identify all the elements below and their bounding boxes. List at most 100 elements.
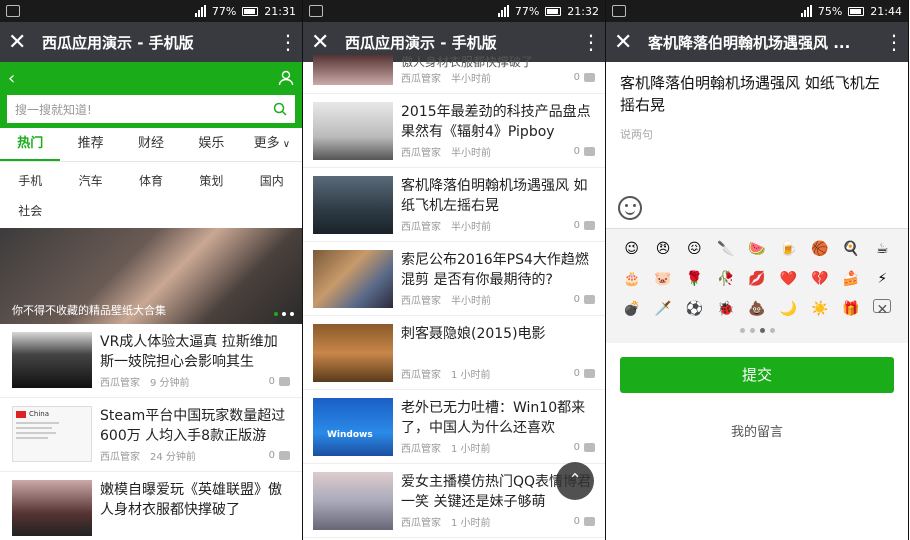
emoji-pager — [616, 320, 898, 339]
news-title: 2015年最差劲的科技产品盘点 果然有《辐射4》Pipboy — [401, 104, 591, 140]
thumbnail-assassin — [313, 324, 393, 382]
news-source: 西瓜管家 — [401, 222, 441, 233]
emoji-key[interactable]: 🔪 — [710, 239, 741, 259]
battery-icon — [848, 6, 865, 16]
emoji-key[interactable]: 😠 — [647, 239, 678, 259]
cat-phone[interactable]: 手机 — [0, 166, 60, 196]
clock: 21:44 — [870, 4, 902, 18]
list-item[interactable]: China Steam平台中国玩家数量超过600万 人均入手8款正版游 西瓜管家… — [0, 398, 302, 472]
tab-recommend[interactable]: 推荐 — [60, 128, 120, 161]
title-bar: ✕ 西瓜应用演示 - 手机版 ⋮ — [0, 22, 302, 62]
list-item[interactable]: 傲人身材衣服都快撑破了 西瓜管家 半小时前 0 — [303, 55, 605, 94]
comment-icon — [584, 369, 595, 378]
emoji-key[interactable]: 🎁 — [835, 299, 866, 320]
emoji-key[interactable]: 🌙 — [773, 299, 804, 320]
emoji-key[interactable]: 😉 — [616, 239, 647, 259]
more-menu-icon[interactable]: ⋮ — [884, 30, 904, 54]
list-item[interactable]: VR成人体验太逼真 拉斯维加斯一妓院担心会影响其生 西瓜管家 9 分钟前 0 — [0, 324, 302, 398]
emoji-key[interactable]: 🍰 — [835, 269, 866, 289]
chevron-down-icon: ∨ — [279, 139, 291, 150]
list-item[interactable]: 嫩模自曝爱玩《英雄联盟》傲人身材衣服都快撑破了 — [0, 472, 302, 540]
comment-icon — [279, 377, 290, 386]
battery-percent: 75% — [817, 4, 843, 18]
news-title: Steam平台中国玩家数量超过600万 人均入手8款正版游 — [100, 408, 286, 444]
emoji-key[interactable]: 💩 — [741, 299, 772, 320]
cat-car[interactable]: 汽车 — [60, 166, 120, 196]
emoji-key[interactable]: 🏀 — [804, 239, 835, 259]
cat-sports[interactable]: 体育 — [121, 166, 181, 196]
comment-count: 0 — [573, 516, 580, 527]
comment-icon — [584, 147, 595, 156]
tab-finance[interactable]: 财经 — [121, 128, 181, 161]
list-item[interactable]: 客机降落伯明翰机场遇强风 如纸飞机左摇右晃 西瓜管家 半小时前 0 — [303, 168, 605, 242]
news-title: 傲人身材衣服都快撑破了 — [401, 56, 534, 69]
list-item[interactable]: 2015年最差劲的科技产品盘点 果然有《辐射4》Pipboy 西瓜管家 半小时前 0 — [303, 94, 605, 168]
more-menu-icon[interactable]: ⋮ — [278, 30, 298, 54]
cat-planning[interactable]: 策划 — [181, 166, 241, 196]
emoji-key[interactable]: ⚡ — [867, 269, 898, 289]
tab-more[interactable]: 更多 ∨ — [242, 128, 302, 161]
emoji-panel: 😉 😠 😖 🔪 🍉 🍺 🏀 🍳 ☕ 🎂 🐷 🌹 🥀 💋 ❤️ 💔 🍰 ⚡ 💣 🗡️ ⚽ 🐞 💩 🌙 ☀️ 🎁 ✕ — [606, 228, 908, 343]
emoji-key[interactable]: 🥀 — [710, 269, 741, 289]
tab-hot[interactable]: 热门 — [0, 128, 61, 161]
close-icon[interactable]: ✕ — [614, 30, 648, 55]
windows-thumb-label: Windows — [327, 430, 373, 440]
news-time: 1 小时前 — [451, 444, 491, 455]
emoji-toggle-icon[interactable] — [618, 196, 642, 220]
news-source: 西瓜管家 — [100, 452, 140, 463]
thumbnail-ps4 — [313, 250, 393, 308]
image-notification-icon — [309, 5, 323, 17]
news-title: 索尼公布2016年PS4大作趋燃混剪 是否有你最期待的? — [401, 252, 589, 288]
screen-home: 77% 21:31 ✕ 西瓜应用演示 - 手机版 ⋮ ‹ 搜一搜就知道! 热门 … — [0, 0, 303, 540]
emoji-key[interactable]: 🗡️ — [647, 299, 678, 320]
emoji-key[interactable]: 🍺 — [773, 239, 804, 259]
submit-button[interactable]: 提交 — [620, 357, 894, 393]
thumbnail-plane — [313, 176, 393, 234]
emoji-key[interactable]: 🎂 — [616, 269, 647, 289]
image-notification-icon — [612, 5, 626, 17]
close-icon[interactable]: ✕ — [311, 30, 345, 55]
emoji-delete-key[interactable]: ✕ — [867, 299, 898, 320]
news-time: 半小时前 — [451, 296, 491, 307]
scroll-top-icon[interactable]: ⌃ — [556, 462, 594, 500]
banner-carousel[interactable]: 你不得不收藏的精品壁纸大合集 — [0, 228, 302, 324]
emoji-key[interactable]: 🍉 — [741, 239, 772, 259]
emoji-key[interactable]: 💣 — [616, 299, 647, 320]
cat-society[interactable]: 社会 — [0, 196, 60, 226]
emoji-key[interactable]: 🍳 — [835, 239, 866, 259]
emoji-key[interactable]: ☕ — [867, 239, 898, 259]
list-item[interactable]: 索尼公布2016年PS4大作趋燃混剪 是否有你最期待的? 西瓜管家 半小时前 0 — [303, 242, 605, 316]
more-menu-icon[interactable]: ⋮ — [581, 30, 601, 54]
emoji-key[interactable]: 🐷 — [647, 269, 678, 289]
cat-domestic[interactable]: 国内 — [242, 166, 302, 196]
comment-textarea[interactable]: 说两句 — [606, 122, 908, 228]
signal-icon — [800, 5, 812, 17]
green-header: ‹ — [0, 62, 302, 94]
comment-count: 0 — [268, 450, 275, 461]
back-icon[interactable]: ‹ — [8, 68, 15, 89]
emoji-key[interactable]: 🌹 — [679, 269, 710, 289]
list-item[interactable]: 刺客聂隐娘(2015)电影 西瓜管家 1 小时前 0 — [303, 316, 605, 390]
search-placeholder: 搜一搜就知道! — [15, 102, 92, 117]
emoji-key[interactable]: 💔 — [804, 269, 835, 289]
emoji-key[interactable]: ❤️ — [773, 269, 804, 289]
comment-icon — [279, 451, 290, 460]
user-icon[interactable] — [278, 70, 294, 86]
comment-count: 0 — [573, 72, 580, 83]
news-time: 半小时前 — [451, 74, 491, 85]
emoji-key[interactable]: ⚽ — [679, 299, 710, 320]
close-icon[interactable]: ✕ — [8, 30, 42, 55]
sub-categories: 手机 汽车 体育 策划 国内 社会 — [0, 162, 302, 228]
three-screens: 77% 21:31 ✕ 西瓜应用演示 - 手机版 ⋮ ‹ 搜一搜就知道! 热门 … — [0, 0, 910, 540]
emoji-key[interactable]: 😖 — [679, 239, 710, 259]
search-input[interactable]: 搜一搜就知道! — [6, 94, 296, 124]
list-item[interactable]: Windows 老外已无力吐槽：Win10都来了，中国人为什么还喜欢 西瓜管家 1… — [303, 390, 605, 464]
search-icon[interactable] — [273, 102, 287, 116]
emoji-key[interactable]: ☀️ — [804, 299, 835, 320]
tab-entertainment[interactable]: 娱乐 — [181, 128, 241, 161]
my-comments-link[interactable]: 我的留言 — [606, 421, 908, 440]
emoji-key[interactable]: 💋 — [741, 269, 772, 289]
news-source: 西瓜管家 — [401, 296, 441, 307]
emoji-key[interactable]: 🐞 — [710, 299, 741, 320]
category-tabs: 热门 推荐 财经 娱乐 更多 ∨ — [0, 128, 302, 162]
